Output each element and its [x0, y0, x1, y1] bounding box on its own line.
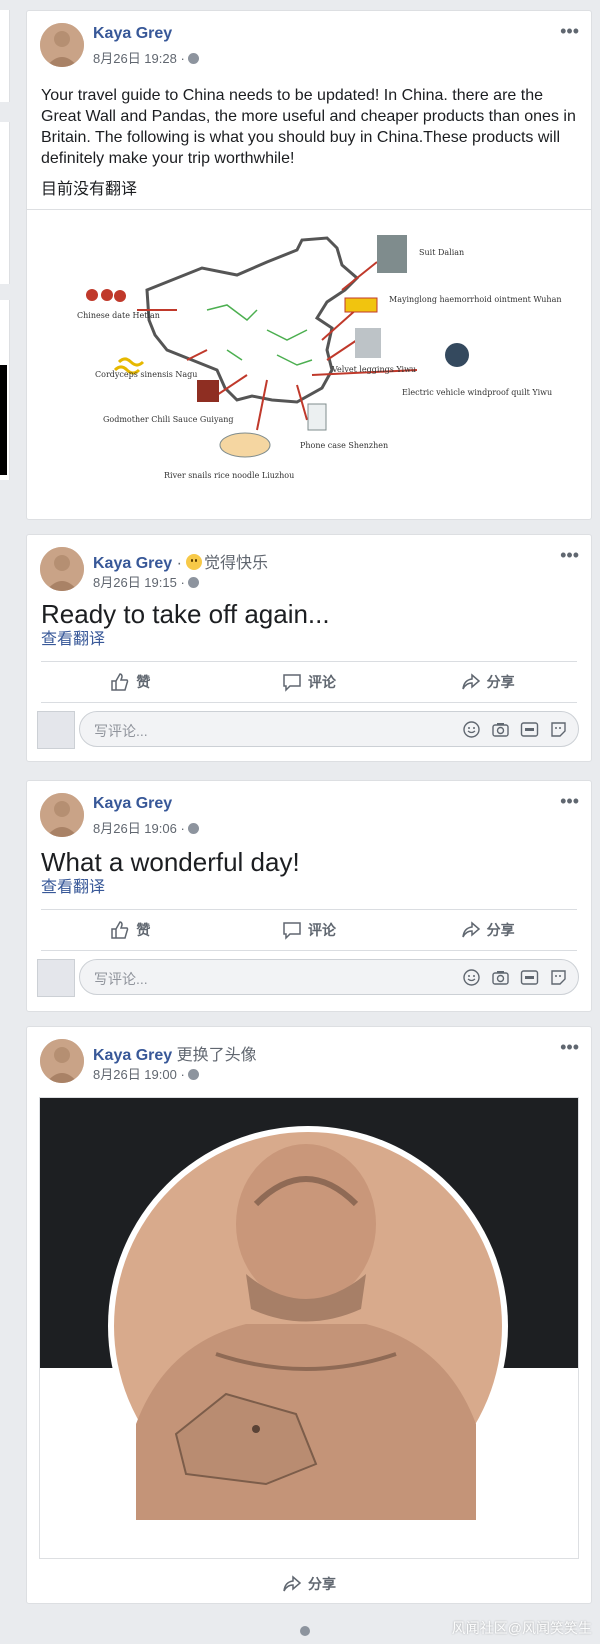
author-name[interactable]: Kaya Grey — [93, 795, 172, 812]
see-translation-link[interactable]: 查看翻译 — [27, 629, 591, 661]
map-label-chili: Godmother Chili Sauce Guiyang — [103, 415, 234, 424]
post-body-text: Your travel guide to China needs to be u… — [41, 87, 576, 167]
comment-label: 评论 — [307, 674, 336, 690]
comment-placeholder: 写评论... — [94, 723, 148, 739]
post-image-map[interactable]: Suit Dalian Mayinglong haemorrhoid ointm… — [27, 209, 591, 510]
comment-button[interactable]: 评论 — [229, 672, 389, 692]
map-label-quilt: Electric vehicle windproof quilt Yiwu — [402, 388, 552, 397]
share-button[interactable]: 分享 — [408, 672, 568, 692]
post-timestamp[interactable]: 8月26日 19:28 · — [93, 51, 185, 66]
map-label-cordyceps: Cordyceps sinensis Nagu — [95, 370, 197, 379]
post-body-text: Ready to take off again... — [41, 599, 330, 629]
comment-input[interactable]: 写评论... — [79, 711, 579, 747]
sticker-icon[interactable] — [549, 968, 568, 987]
action-bar: 赞 评论 分享 — [41, 909, 577, 951]
share-label: 分享 — [486, 674, 515, 690]
scroll-indicator — [300, 1626, 310, 1636]
comment-input[interactable]: 写评论... — [79, 959, 579, 995]
more-options-icon[interactable]: ••• — [560, 791, 579, 812]
action-bar: 赞 评论 分享 — [41, 661, 577, 703]
share-icon — [461, 673, 480, 690]
post-profile-picture-update: Kaya Grey 更换了头像 8月26日 19:00 · ••• 分享 — [26, 1026, 592, 1604]
left-panel-fragment — [0, 10, 10, 102]
thumbs-up-icon — [111, 921, 129, 939]
map-label-ointment: Mayinglong haemorrhoid ointment Wuhan — [389, 295, 562, 304]
avatar[interactable] — [40, 1039, 84, 1083]
comment-button[interactable]: 评论 — [229, 920, 389, 940]
like-button[interactable]: 赞 — [50, 920, 210, 940]
map-label-suit: Suit Dalian — [419, 248, 464, 257]
commenter-avatar — [37, 711, 75, 749]
gif-icon[interactable] — [520, 720, 539, 739]
globe-icon — [187, 577, 199, 588]
share-label: 分享 — [486, 922, 515, 938]
comment-icon — [283, 674, 301, 692]
post-wonderful-day: Kaya Grey 8月26日 19:06 · ••• What a wonde… — [26, 780, 592, 1012]
post-body-text: What a wonderful day! — [41, 847, 300, 877]
post-timestamp[interactable]: 8月26日 19:15 · — [93, 575, 185, 590]
watermark-text: 风闻社区@风闻笑笑生 — [451, 1620, 592, 1636]
like-button[interactable]: 赞 — [50, 672, 210, 692]
avatar[interactable] — [40, 793, 84, 837]
comment-composer: 写评论... — [27, 951, 591, 1001]
more-options-icon[interactable]: ••• — [560, 545, 579, 566]
activity-text: 更换了头像 — [176, 1047, 257, 1064]
share-button[interactable]: 分享 — [408, 920, 568, 940]
map-label-leggings: Velvet leggings Yiwu — [331, 365, 416, 374]
like-label: 赞 — [136, 922, 151, 938]
left-panel-fragment — [0, 122, 10, 284]
china-map-drawing: Suit Dalian Mayinglong haemorrhoid ointm… — [27, 210, 591, 510]
share-bar: 分享 — [27, 1565, 591, 1603]
share-button[interactable]: 分享 — [229, 1574, 389, 1594]
like-label: 赞 — [136, 674, 151, 690]
profile-portrait-image — [108, 1126, 508, 1526]
happy-emoji-icon — [185, 554, 202, 570]
post-ready-to-take-off: Kaya Grey · 觉得快乐 8月26日 19:15 · ••• Ready … — [26, 534, 592, 762]
comment-label: 评论 — [307, 922, 336, 938]
emoji-icon[interactable] — [462, 720, 481, 739]
feeling-text: 觉得快乐 — [203, 555, 268, 572]
post-timestamp[interactable]: 8月26日 19:00 · — [93, 1067, 185, 1082]
globe-icon — [187, 53, 199, 64]
author-name[interactable]: Kaya Grey — [93, 555, 172, 572]
avatar[interactable] — [40, 23, 84, 67]
thumbs-up-icon — [111, 673, 129, 691]
more-options-icon[interactable]: ••• — [560, 21, 579, 42]
share-icon — [283, 1575, 302, 1592]
map-label-phone: Phone case Shenzhen — [300, 441, 388, 450]
map-label-noodle: River snails rice noodle Liuzhou — [164, 471, 294, 480]
comment-icon — [283, 922, 301, 940]
comment-placeholder: 写评论... — [94, 971, 148, 987]
profile-picture-frame[interactable] — [39, 1097, 579, 1559]
emoji-icon[interactable] — [462, 968, 481, 987]
post-travel-guide: Kaya Grey 8月26日 19:28 · ••• Your travel … — [26, 10, 592, 520]
author-name[interactable]: Kaya Grey — [93, 1047, 172, 1064]
map-label-chinese-date: Chinese date Hetian — [77, 311, 160, 320]
sticker-icon[interactable] — [549, 720, 568, 739]
post-timestamp[interactable]: 8月26日 19:06 · — [93, 821, 185, 836]
share-icon — [461, 921, 480, 938]
avatar[interactable] — [40, 547, 84, 591]
globe-icon — [187, 1069, 199, 1080]
more-options-icon[interactable]: ••• — [560, 1037, 579, 1058]
share-label: 分享 — [308, 1576, 336, 1592]
author-name[interactable]: Kaya Grey — [93, 25, 172, 42]
camera-icon[interactable] — [491, 968, 510, 987]
left-panel-fragment — [0, 365, 7, 475]
globe-icon — [187, 823, 199, 834]
comment-composer: 写评论... — [27, 703, 591, 753]
see-translation-link[interactable]: 查看翻译 — [27, 877, 591, 909]
no-translation-note: 目前没有翻译 — [41, 181, 138, 198]
gif-icon[interactable] — [520, 968, 539, 987]
camera-icon[interactable] — [491, 720, 510, 739]
commenter-avatar — [37, 959, 75, 997]
